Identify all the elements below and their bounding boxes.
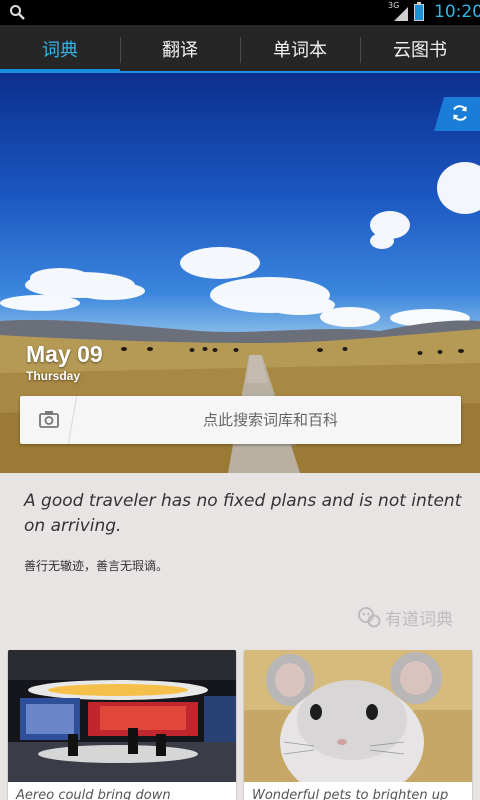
search-icon[interactable] <box>9 4 25 20</box>
brand-logo: 有道词典 <box>357 605 453 630</box>
tab-cloud-books[interactable]: 云图书 <box>360 25 480 73</box>
battery-icon <box>414 2 424 21</box>
brand-name: 有道词典 <box>385 609 453 630</box>
tab-dictionary[interactable]: 词典 <box>0 25 120 73</box>
daily-quote-chinese: 善行无辙迹，善言无瑕谪。 <box>24 559 169 573</box>
news-card-caption: Aereo could bring down <box>16 788 171 800</box>
camera-icon[interactable] <box>39 410 59 428</box>
refresh-icon <box>453 105 467 121</box>
search-input[interactable]: 点此搜索词库和百科 <box>80 396 461 444</box>
youdao-logo-icon <box>358 607 381 628</box>
news-card[interactable]: Aereo could bring down <box>8 650 236 800</box>
daily-image[interactable]: May 09 Thursday 点此搜索词库和百科 <box>0 73 480 473</box>
chinchilla-illustration <box>244 650 472 782</box>
weekday-label: Thursday <box>26 369 81 383</box>
tab-wordbook[interactable]: 单词本 <box>240 25 360 73</box>
news-card-image <box>8 650 236 782</box>
news-card-image <box>244 650 472 782</box>
tab-translate[interactable]: 翻译 <box>120 25 240 73</box>
status-bar: 3G 10:20 <box>0 0 480 25</box>
date-label: May 09 <box>26 341 103 367</box>
clock: 10:20 <box>434 2 480 22</box>
signal-icon <box>394 7 408 21</box>
news-card-caption: Wonderful pets to brighten up <box>252 788 449 800</box>
tab-bar: 词典 翻译 单词本 云图书 <box>0 25 480 73</box>
search-box[interactable]: 点此搜索词库和百科 <box>20 396 461 444</box>
daily-quote-english: A good traveler has no fixed plans and i… <box>24 491 462 536</box>
tv-studio-illustration <box>8 650 236 782</box>
news-card[interactable]: Wonderful pets to brighten up <box>244 650 472 800</box>
